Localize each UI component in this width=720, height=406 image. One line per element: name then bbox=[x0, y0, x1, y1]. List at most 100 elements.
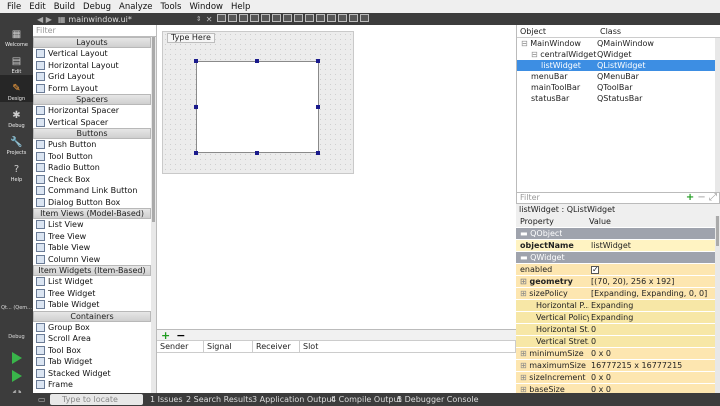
widget-item[interactable]: Vertical Spacer bbox=[33, 117, 151, 129]
form-tool-icon[interactable] bbox=[261, 14, 271, 22]
resize-handle[interactable] bbox=[316, 105, 320, 109]
object-row[interactable]: statusBar QStatusBar bbox=[517, 93, 720, 104]
mode-debug[interactable]: ✱ Debug bbox=[0, 102, 33, 130]
object-row[interactable]: ⊟ MainWindow QMainWindow bbox=[517, 38, 720, 49]
widget-category[interactable]: Layouts bbox=[33, 37, 151, 48]
widget-item[interactable]: Push Button bbox=[33, 139, 151, 151]
property-row[interactable]: Vertical Policy Expanding bbox=[516, 312, 720, 324]
form-tool-icon[interactable] bbox=[283, 14, 293, 22]
mode-design[interactable]: ✎ Design bbox=[0, 75, 33, 102]
column-object[interactable]: Object bbox=[517, 25, 597, 37]
collapse-icon[interactable]: ▬ bbox=[520, 253, 530, 262]
toggle-sidebar-icon[interactable]: ▭ bbox=[38, 393, 46, 406]
widget-item[interactable]: Check Box bbox=[33, 174, 151, 186]
form-tool-icon[interactable] bbox=[305, 14, 315, 22]
output-tab[interactable]: 5 Debugger Console bbox=[397, 393, 479, 406]
form-tool-icon[interactable] bbox=[338, 14, 348, 22]
expand-icon[interactable]: ⊟ bbox=[531, 50, 540, 59]
expand-icon[interactable]: ⊟ bbox=[521, 39, 530, 48]
column-signal[interactable]: Signal bbox=[204, 341, 253, 352]
widget-item[interactable]: Stacked Widget bbox=[33, 368, 151, 380]
column-slot[interactable]: Slot bbox=[300, 341, 516, 352]
widget-item[interactable]: Horizontal Spacer bbox=[33, 105, 151, 117]
mode-welcome[interactable]: ▦ Welcome bbox=[0, 21, 33, 49]
property-row[interactable]: ⊞ geometry [(70, 20), 256 x 192] bbox=[516, 276, 720, 288]
property-value[interactable]: 0 x 0 bbox=[589, 348, 720, 359]
resize-handle[interactable] bbox=[316, 151, 320, 155]
widget-category[interactable]: Spacers bbox=[33, 94, 151, 105]
widget-item[interactable]: List Widget bbox=[33, 276, 151, 288]
property-value[interactable]: Expanding bbox=[589, 312, 720, 323]
form-tool-icon[interactable] bbox=[272, 14, 282, 22]
menu-help[interactable]: Help bbox=[227, 2, 254, 12]
menu-type-here[interactable]: Type Here bbox=[167, 33, 215, 43]
main-window-form[interactable]: Type Here bbox=[162, 31, 354, 174]
column-property[interactable]: Property bbox=[516, 216, 589, 227]
build-config-label[interactable]: Debug bbox=[0, 334, 33, 346]
column-value[interactable]: Value bbox=[589, 216, 720, 227]
column-sender[interactable]: Sender bbox=[157, 341, 204, 352]
widget-item[interactable]: Grid Layout bbox=[33, 71, 151, 83]
object-row[interactable]: listWidget QListWidget bbox=[517, 60, 720, 71]
property-row[interactable]: enabled ✓ bbox=[516, 264, 720, 276]
expand-icon[interactable]: ⊞ bbox=[520, 373, 529, 382]
widget-item[interactable]: Column View bbox=[33, 254, 151, 266]
output-tab[interactable]: 4 Compile Output bbox=[331, 393, 402, 406]
collapse-icon[interactable]: ▬ bbox=[520, 229, 530, 238]
property-row[interactable]: ⊞ sizePolicy [Expanding, Expanding, 0, 0] bbox=[516, 288, 720, 300]
menu-debug[interactable]: Debug bbox=[79, 2, 115, 12]
expand-icon[interactable]: ⊞ bbox=[520, 289, 529, 298]
property-value[interactable]: 0 x 0 bbox=[589, 384, 720, 393]
output-tab[interactable]: 2 Search Results bbox=[186, 393, 253, 406]
widget-item[interactable]: List View bbox=[33, 219, 151, 231]
object-inspector-scrollbar[interactable] bbox=[715, 38, 720, 192]
form-tool-icon[interactable] bbox=[228, 14, 238, 22]
scroll-thumb[interactable] bbox=[716, 216, 719, 246]
widget-item[interactable]: Tree Widget bbox=[33, 288, 151, 300]
property-editor-scrollbar[interactable] bbox=[715, 216, 720, 393]
form-tool-icon[interactable] bbox=[316, 14, 326, 22]
property-row[interactable]: ⊞ baseSize 0 x 0 bbox=[516, 384, 720, 393]
form-tool-icon[interactable] bbox=[239, 14, 249, 22]
resize-handle[interactable] bbox=[194, 105, 198, 109]
menu-analyze[interactable]: Analyze bbox=[115, 2, 157, 12]
property-value[interactable]: Expanding bbox=[589, 300, 720, 311]
widget-item[interactable]: Vertical Layout bbox=[33, 48, 151, 60]
resize-handle[interactable] bbox=[255, 59, 259, 63]
list-widget[interactable] bbox=[196, 61, 319, 153]
property-value[interactable]: 0 bbox=[589, 336, 720, 347]
property-value[interactable]: listWidget bbox=[589, 240, 720, 251]
kit-selector[interactable]: Qt... (Qem... bbox=[0, 305, 33, 317]
add-connection-button[interactable]: + bbox=[161, 329, 170, 342]
locator-input[interactable]: Type to locate (Ctrl... bbox=[50, 394, 143, 405]
form-tool-icon[interactable] bbox=[360, 14, 370, 22]
widget-filter-input[interactable]: Filter bbox=[33, 25, 156, 37]
mode-help[interactable]: ? Help bbox=[0, 156, 33, 184]
widget-item[interactable]: Command Link Button bbox=[33, 185, 151, 197]
widget-item[interactable]: Horizontal Layout bbox=[33, 60, 151, 72]
enabled-checkbox[interactable]: ✓ bbox=[591, 265, 599, 274]
remove-connection-button[interactable]: − bbox=[176, 329, 185, 342]
run-button[interactable] bbox=[9, 351, 25, 365]
widget-item[interactable]: Dialog Button Box bbox=[33, 197, 151, 209]
form-tool-icon[interactable] bbox=[217, 14, 227, 22]
menu-edit[interactable]: Edit bbox=[25, 2, 49, 12]
remove-property-button[interactable]: − bbox=[697, 192, 705, 203]
menu-file[interactable]: File bbox=[3, 2, 25, 12]
menu-build[interactable]: Build bbox=[50, 2, 79, 12]
widget-item[interactable]: Table Widget bbox=[33, 299, 151, 311]
property-section[interactable]: ▬ QWidget bbox=[516, 252, 720, 264]
property-row[interactable]: ⊞ sizeIncrement 0 x 0 bbox=[516, 372, 720, 384]
object-row[interactable]: menuBar QMenuBar bbox=[517, 71, 720, 82]
file-tab[interactable]: mainwindow.ui* bbox=[68, 15, 131, 24]
widget-item[interactable]: Group Box bbox=[33, 322, 151, 334]
menu-window[interactable]: Window bbox=[185, 2, 227, 12]
debug-run-button[interactable] bbox=[9, 369, 25, 383]
property-row[interactable]: Horizontal St...0 bbox=[516, 324, 720, 336]
config-icon[interactable]: ⤢ bbox=[709, 192, 717, 203]
property-value[interactable]: 16777215 x 16777215 bbox=[589, 360, 720, 371]
widget-box-scrollbar[interactable] bbox=[151, 37, 156, 393]
column-receiver[interactable]: Receiver bbox=[253, 341, 300, 352]
property-value[interactable]: [Expanding, Expanding, 0, 0] bbox=[589, 288, 720, 299]
widget-item[interactable]: Radio Button bbox=[33, 162, 151, 174]
